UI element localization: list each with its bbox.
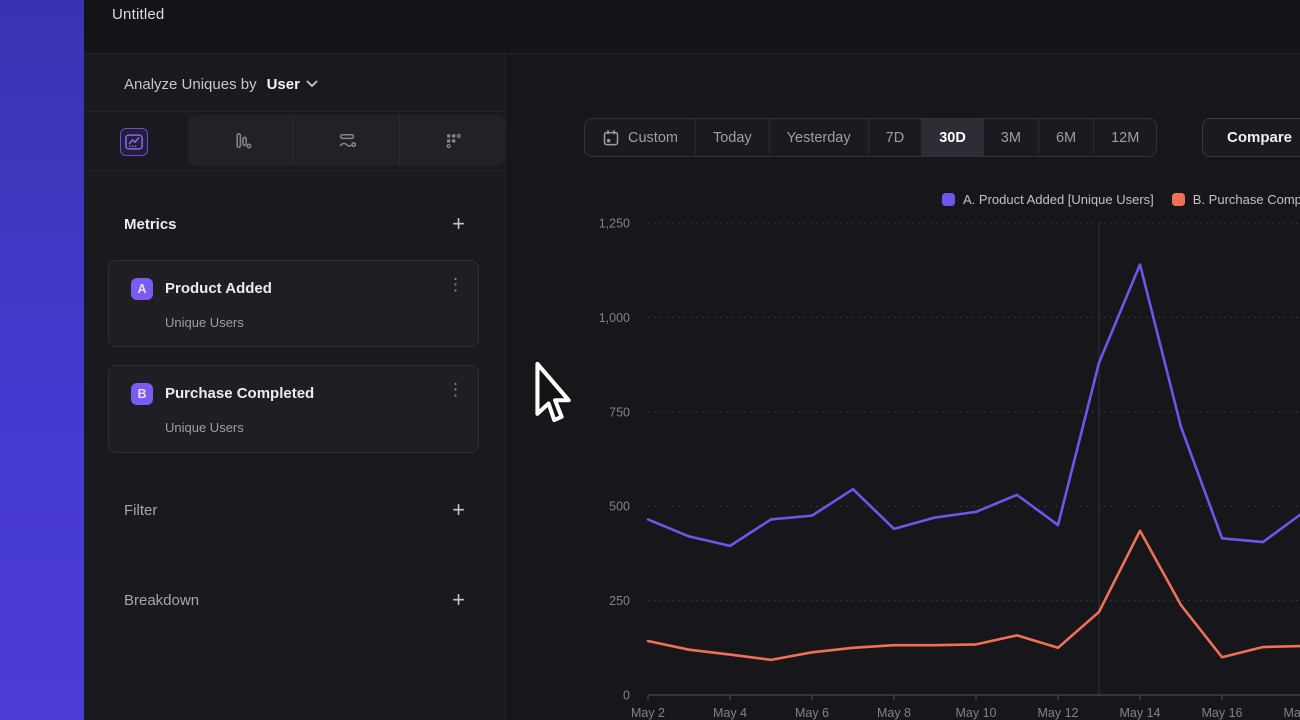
divider: [84, 170, 506, 171]
range-label: Today: [713, 130, 752, 146]
metric-badge: A: [131, 278, 153, 300]
y-axis-tick-label: 250: [609, 594, 630, 608]
x-axis-tick-label: May 10: [956, 706, 997, 720]
range-3m[interactable]: 3M: [983, 119, 1038, 156]
metric-name: Product Added: [165, 280, 272, 297]
breakdown-label: Breakdown: [124, 592, 199, 609]
metric-card-a[interactable]: A Product Added ⋮ Unique Users: [108, 260, 479, 347]
x-axis-tick-label: May 2: [631, 706, 665, 720]
metric-name: Purchase Completed: [165, 385, 314, 402]
x-axis-tick-label: May 14: [1120, 706, 1161, 720]
range-label: Yesterday: [787, 130, 851, 146]
y-axis-tick-label: 750: [609, 405, 630, 419]
y-axis-tick-label: 1,250: [599, 217, 630, 231]
tab-retention[interactable]: [399, 115, 505, 166]
x-axis-tick-label: May 4: [713, 706, 747, 720]
y-axis-tick-label: 1,000: [599, 311, 630, 325]
funnel-bars-icon: [229, 129, 253, 153]
metrics-label: Metrics: [124, 216, 177, 233]
series-line-a[interactable]: [648, 265, 1300, 546]
filter-label: Filter: [124, 502, 157, 519]
x-axis-tick-label: May 16: [1202, 706, 1243, 720]
tab-flows[interactable]: [293, 115, 399, 166]
kebab-menu-icon[interactable]: ⋮: [447, 380, 464, 400]
range-label: 12M: [1111, 130, 1139, 146]
chevron-down-icon: [306, 80, 318, 88]
metrics-section-header: Metrics +: [124, 214, 465, 234]
x-axis-tick-label: May 8: [877, 706, 911, 720]
metric-subtitle[interactable]: Unique Users: [165, 315, 244, 330]
range-30d[interactable]: 30D: [921, 119, 983, 156]
range-7d[interactable]: 7D: [868, 119, 922, 156]
add-metric-button[interactable]: +: [452, 214, 465, 234]
range-6m[interactable]: 6M: [1038, 119, 1093, 156]
analyze-row: Analyze Uniques by User: [124, 71, 318, 97]
tab-funnels[interactable]: [188, 115, 293, 166]
divider: [84, 111, 506, 112]
range-label: 7D: [886, 130, 905, 146]
compare-button[interactable]: Compare: [1202, 118, 1300, 157]
trend-line-chart[interactable]: 0 250 500 750 1,000 1,250 May 2 May 4 May 6 May 8…: [506, 175, 1300, 720]
x-axis-tick-label: May 12: [1038, 706, 1079, 720]
metric-badge: B: [131, 383, 153, 405]
y-axis-tick-label: 500: [609, 500, 630, 514]
analyze-value-dropdown[interactable]: User: [267, 76, 318, 93]
range-label: Custom: [628, 130, 678, 146]
add-breakdown-button[interactable]: +: [452, 590, 465, 610]
tab-insights[interactable]: [120, 128, 148, 156]
top-bar: Untitled: [84, 0, 1300, 54]
retention-dots-icon: [441, 129, 465, 153]
range-label: 6M: [1056, 130, 1076, 146]
add-filter-button[interactable]: +: [452, 500, 465, 520]
metric-card-b[interactable]: B Purchase Completed ⋮ Unique Users: [108, 365, 479, 453]
left-accent-strip: [0, 0, 84, 720]
y-axis-tick-label: 0: [623, 689, 630, 703]
x-axis-tick-label: May 6: [795, 706, 829, 720]
metric-subtitle[interactable]: Unique Users: [165, 420, 244, 435]
analyze-label: Analyze Uniques by: [124, 76, 257, 93]
x-axis-tick-label: May 18: [1284, 706, 1300, 720]
report-title[interactable]: Untitled: [112, 6, 164, 23]
calendar-icon: [602, 129, 620, 147]
analyze-value: User: [267, 76, 300, 93]
kebab-menu-icon[interactable]: ⋮: [447, 275, 464, 295]
range-yesterday[interactable]: Yesterday: [769, 119, 868, 156]
line-chart-icon: [123, 131, 145, 153]
range-custom[interactable]: Custom: [585, 119, 695, 156]
chart-type-tabs: [188, 115, 505, 166]
range-today[interactable]: Today: [695, 119, 769, 156]
query-sidebar: Analyze Uniques by User: [84, 54, 506, 720]
app-window: Untitled Analyze Uniques by User: [0, 0, 1300, 720]
date-range-control: Custom Today Yesterday 7D 30D 3M 6M 12M: [584, 118, 1157, 157]
series-line-b[interactable]: [648, 531, 1300, 660]
range-12m[interactable]: 12M: [1093, 119, 1156, 156]
filter-section: Filter +: [124, 500, 465, 520]
range-label: 30D: [939, 130, 966, 146]
range-label: 3M: [1001, 130, 1021, 146]
breakdown-section: Breakdown +: [124, 590, 465, 610]
flows-wave-icon: [335, 129, 359, 153]
chart-panel: Custom Today Yesterday 7D 30D 3M 6M 12M …: [506, 54, 1300, 720]
